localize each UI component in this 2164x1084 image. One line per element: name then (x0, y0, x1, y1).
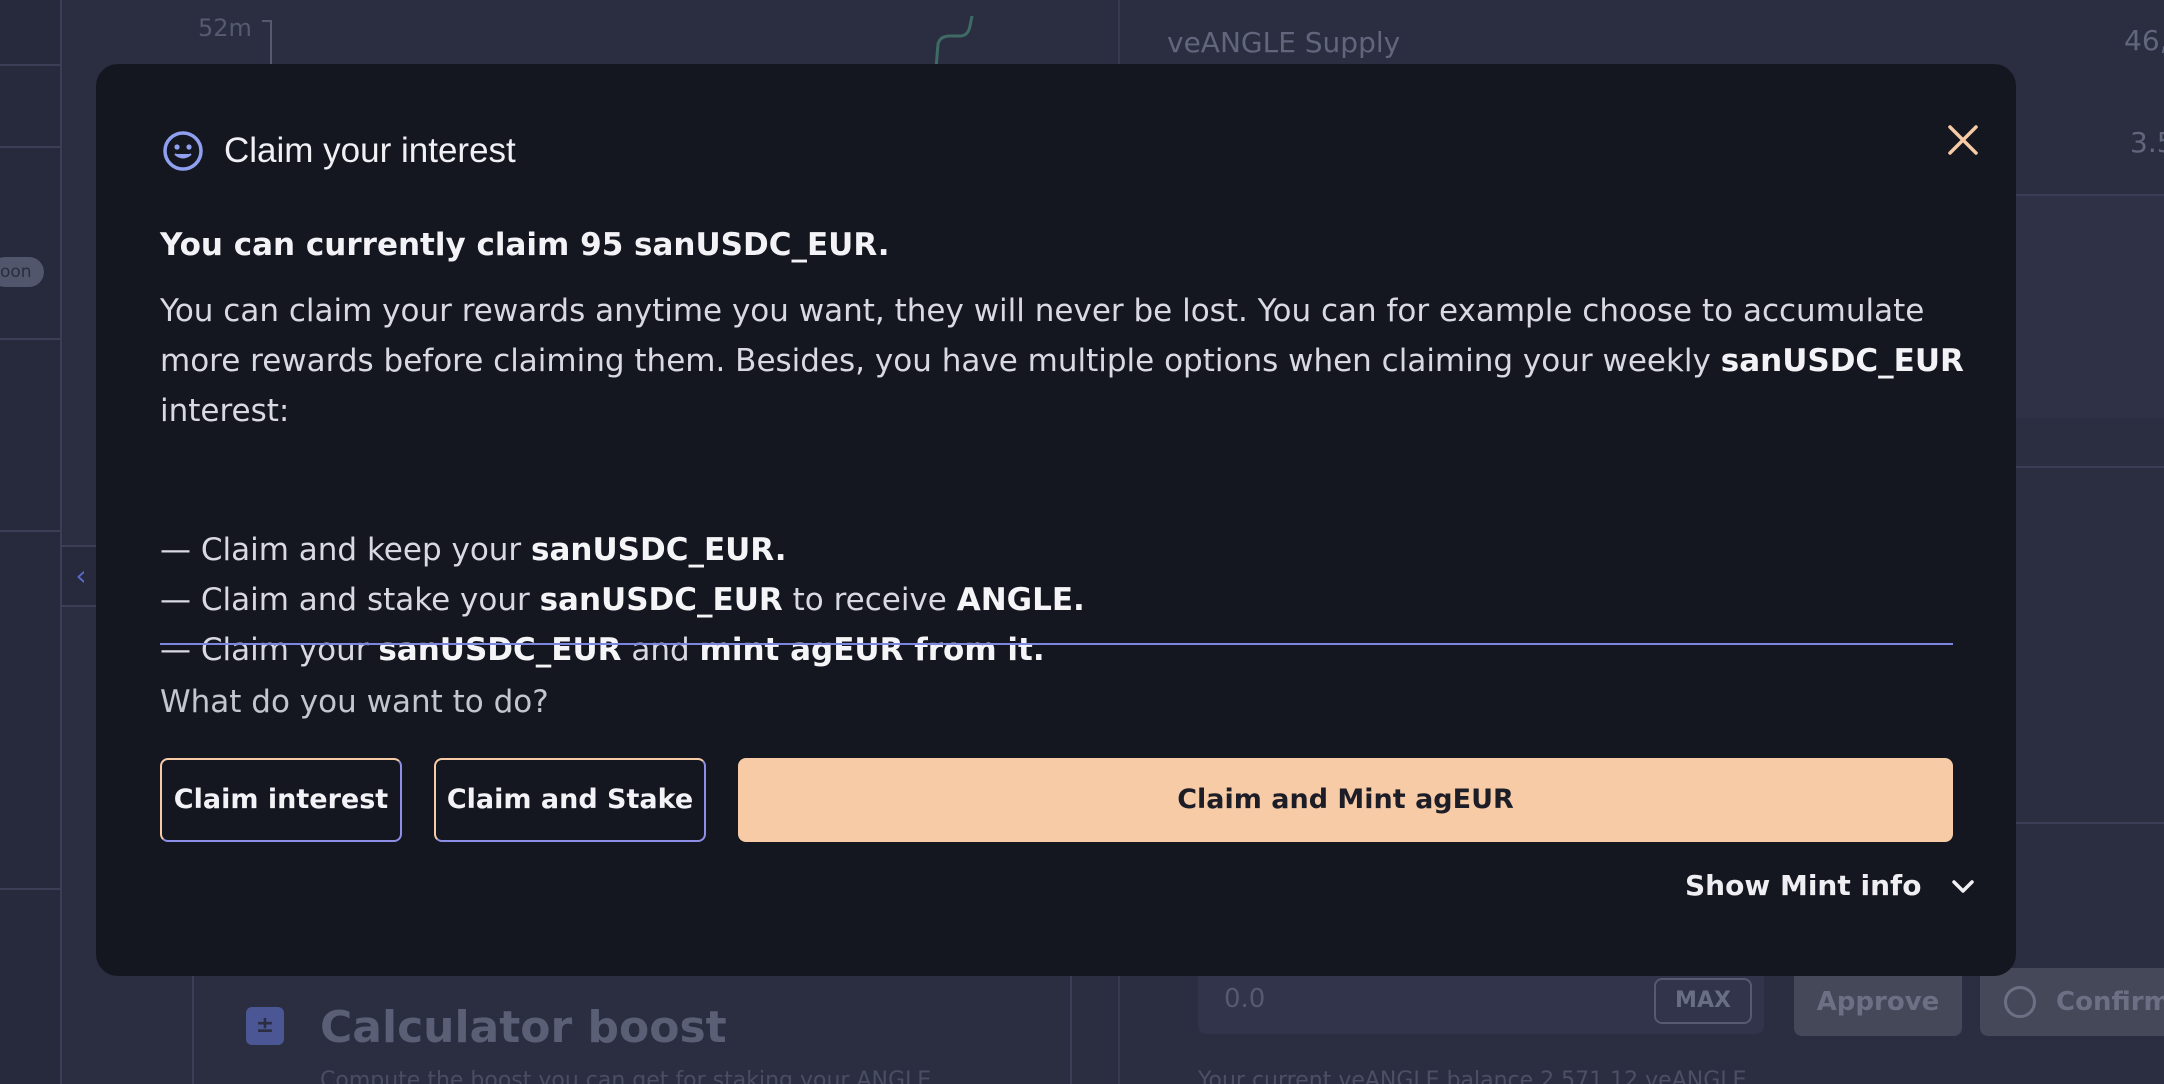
rail-divider (0, 146, 62, 148)
calculator-boost-card: ± Calculator boost Compute the boost you… (192, 960, 1072, 1084)
left-rail (0, 0, 62, 1084)
max-button[interactable]: MAX (1654, 978, 1752, 1024)
option-text: — Claim and stake your (160, 582, 540, 618)
veangle-supply-value: 46, (2124, 24, 2164, 57)
approve-button[interactable]: Approve (1794, 968, 1962, 1036)
option-token: sanUSDC_EUR (539, 582, 783, 618)
claim-and-stake-button[interactable]: Claim and Stake (434, 758, 706, 842)
right-divider (2010, 822, 2164, 824)
modal-title: Claim your interest (224, 131, 516, 170)
right-divider (2010, 466, 2164, 468)
calculator-icon: ± (246, 1007, 284, 1045)
chevron-left-icon: ‹ (75, 559, 87, 592)
option-token: sanUSDC_EUR (378, 632, 622, 668)
close-button[interactable] (1933, 110, 1993, 170)
action-question: What do you want to do? (160, 684, 549, 720)
claim-interest-modal: Claim your interest You can currently cl… (96, 64, 2016, 976)
option-reward: ANGLE. (956, 582, 1085, 618)
description-text: You can claim your rewards anytime you w… (160, 293, 1925, 379)
chart-axis-tick (262, 20, 272, 64)
option-text: — Claim your (160, 632, 379, 668)
modal-header: Claim your interest (162, 130, 516, 172)
confirm-label: Confirm (2056, 987, 2164, 1017)
show-mint-info-label: Show Mint info (1685, 869, 1922, 902)
chevron-down-icon (1952, 879, 1975, 893)
claim-and-mint-button[interactable]: Claim and Mint agEUR (738, 758, 1953, 842)
claimable-amount-text: You can currently claim 95 sanUSDC_EUR. (160, 227, 890, 263)
rail-divider (0, 530, 62, 532)
rail-divider (0, 338, 62, 340)
option-stake: — Claim and stake your sanUSDC_EUR to re… (160, 575, 1960, 625)
balance-row: Your current veANGLE balance 2,571.12 ve… (1198, 1068, 1747, 1084)
amount-input-placeholder: 0.0 (1224, 984, 1266, 1014)
chart-line (934, 15, 974, 69)
veangle-supply-label: veANGLE Supply (1167, 26, 1401, 59)
show-mint-info-toggle[interactable]: Show Mint info (1685, 869, 1979, 902)
rail-pill: oon (0, 257, 44, 287)
calculator-subtitle: Compute the boost you can get for stakin… (320, 1068, 932, 1084)
app-background: oon ‹ 52m veANGLE Supply 46, 3.5 ± Calcu… (0, 0, 2164, 1084)
option-text: to receive (782, 582, 957, 618)
description-text-end: interest: (160, 393, 290, 429)
confirm-button[interactable]: Confirm (1980, 968, 2164, 1036)
amount-input[interactable]: 0.0 MAX (1198, 968, 1764, 1034)
option-keep: — Claim and keep your sanUSDC_EUR. (160, 525, 1960, 575)
option-mint: — Claim your sanUSDC_EUR and mint agEUR … (160, 625, 1960, 675)
description-token: sanUSDC_EUR (1720, 343, 1964, 379)
right-panel (2010, 196, 2164, 418)
claim-interest-button[interactable]: Claim interest (160, 758, 402, 842)
check-circle-icon (2004, 986, 2036, 1018)
rail-divider (0, 888, 62, 890)
chart-tick-label: 52m (198, 14, 252, 42)
option-text: and (621, 632, 700, 668)
claim-options-list: — Claim and keep your sanUSDC_EUR. — Cla… (160, 525, 1960, 675)
option-token: sanUSDC_EUR. (531, 532, 787, 568)
option-reward: mint agEUR from it. (699, 632, 1045, 668)
smile-icon (163, 131, 203, 171)
section-divider (160, 643, 1953, 645)
calculator-title: Calculator boost (320, 1002, 727, 1053)
veangle-stat-value: 3.5 (2130, 126, 2164, 159)
claim-description: You can claim your rewards anytime you w… (160, 286, 1980, 436)
close-icon (1948, 125, 1978, 155)
rail-divider (0, 64, 62, 66)
option-text: — Claim and keep your (160, 532, 532, 568)
